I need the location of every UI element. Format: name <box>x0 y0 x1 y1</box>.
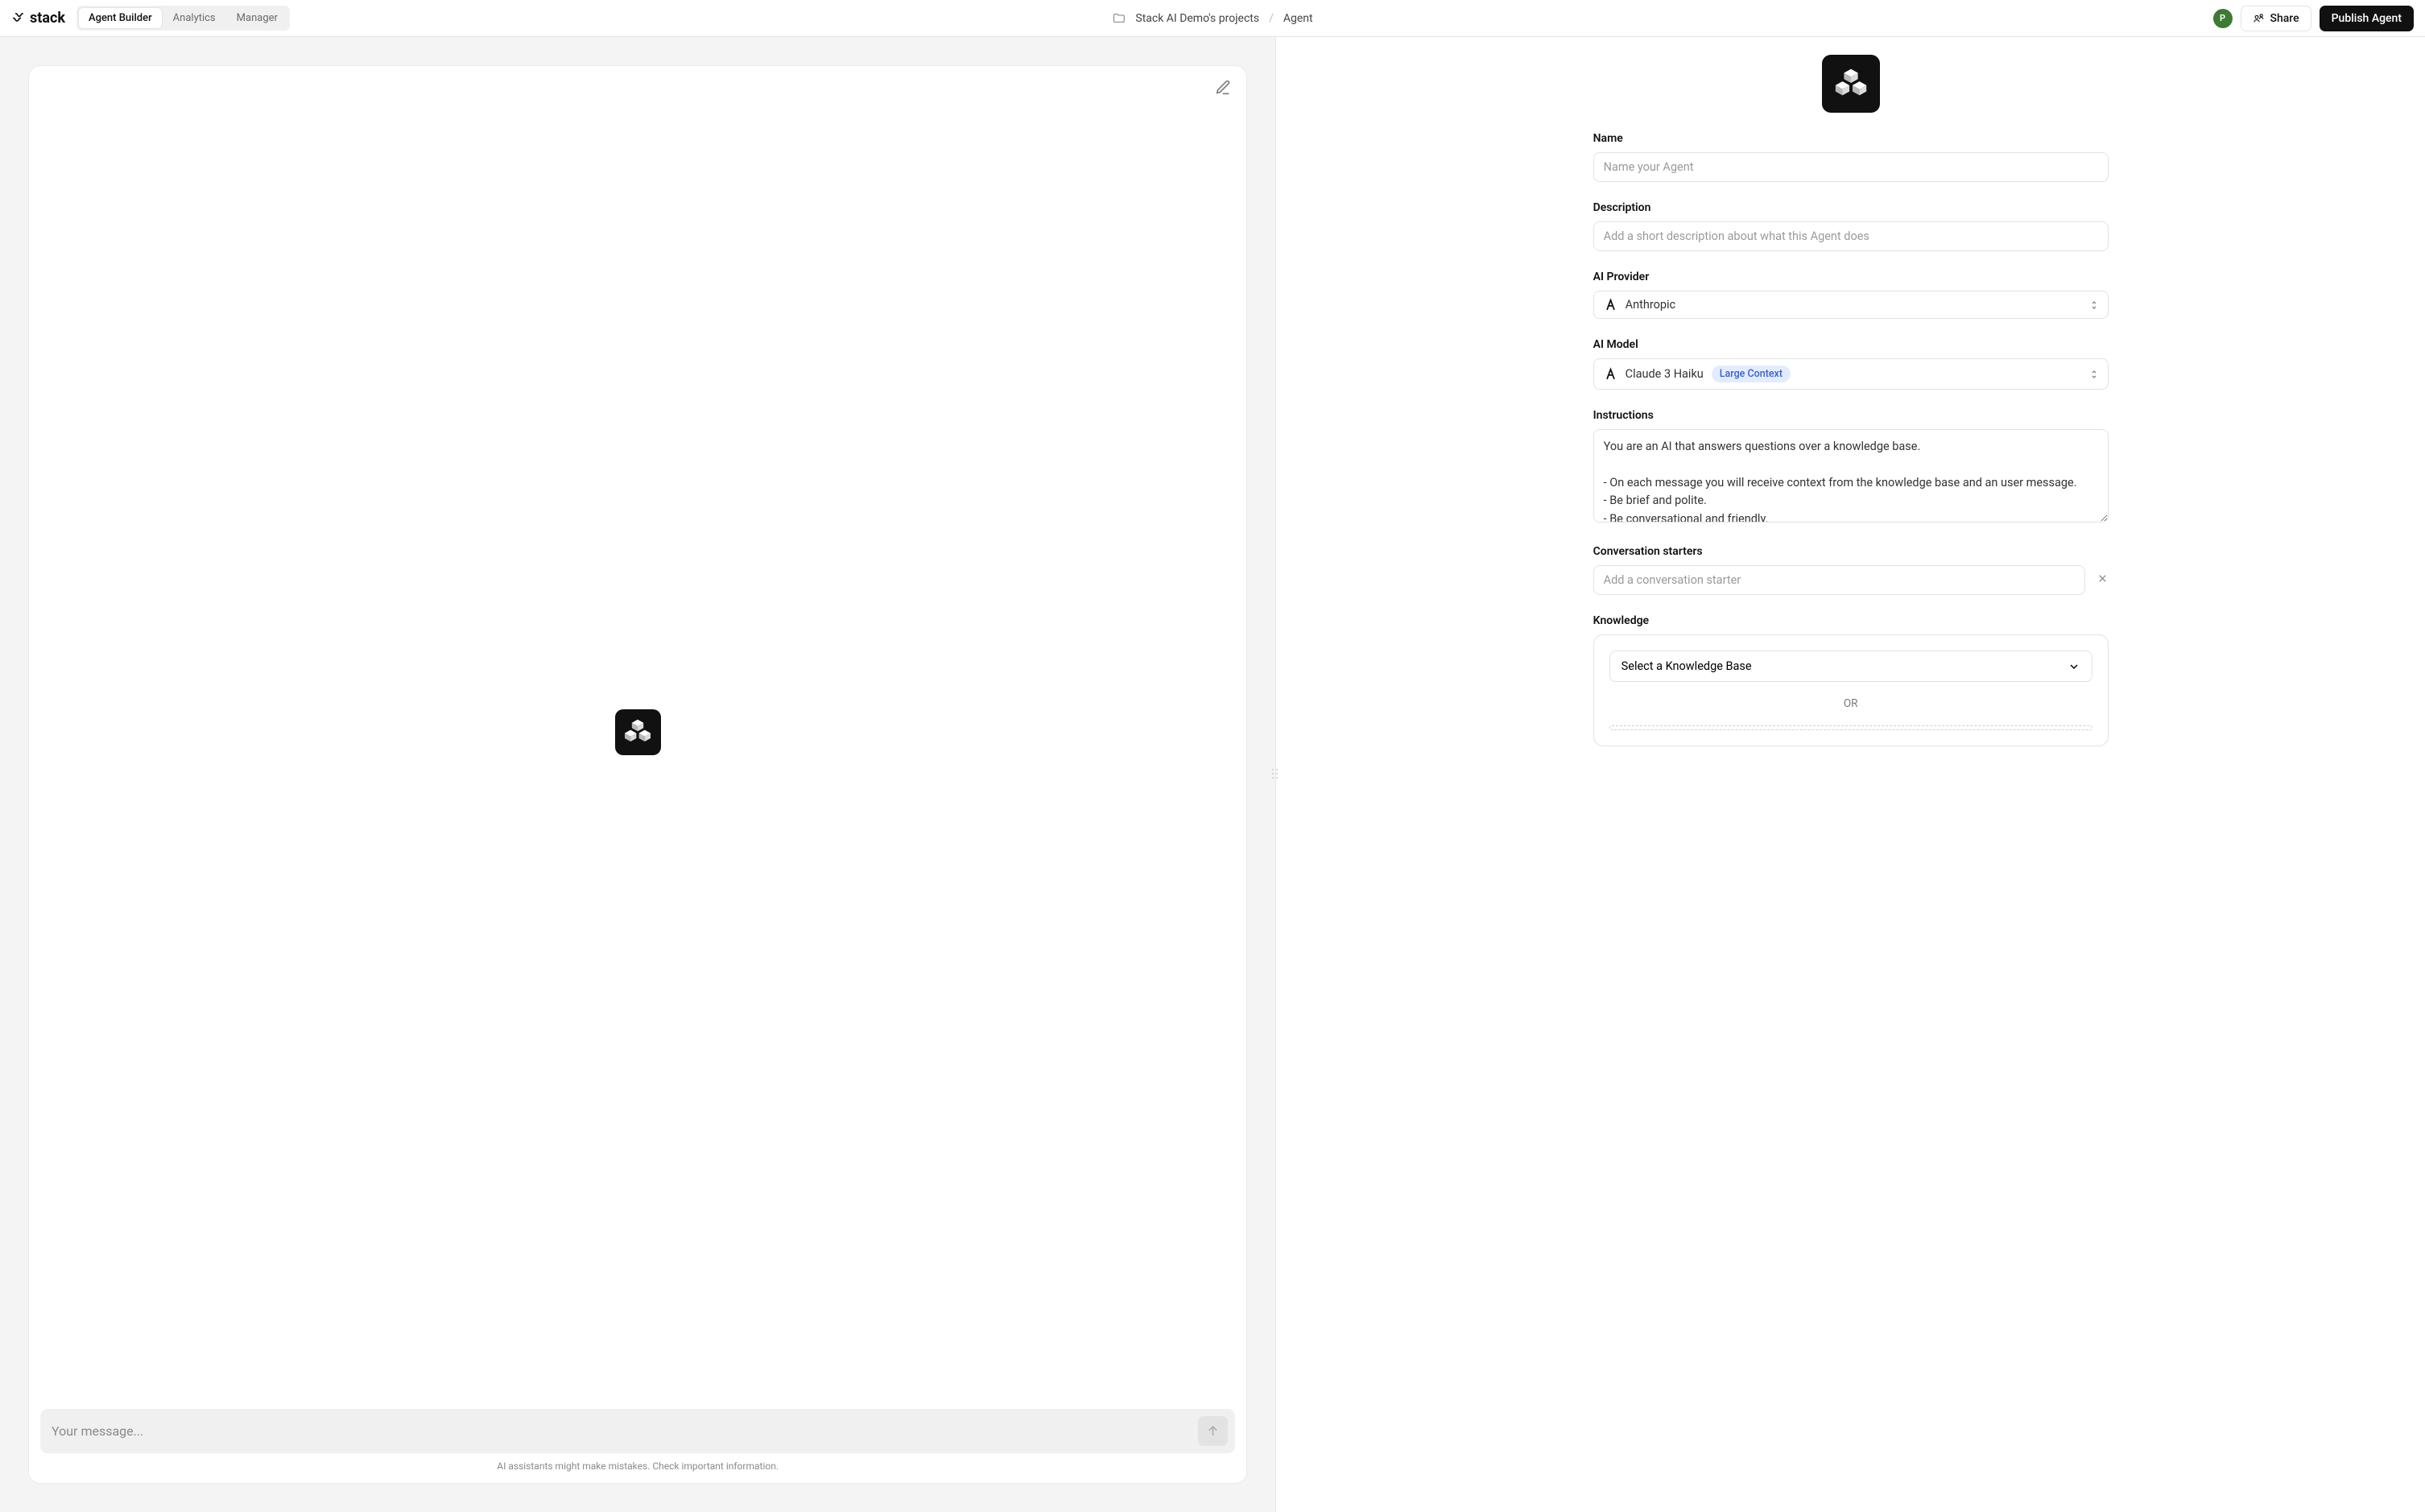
name-label: Name <box>1593 132 2109 145</box>
header-actions: P Share Publish Agent <box>2213 6 2415 31</box>
knowledge-base-select[interactable]: Select a Knowledge Base <box>1609 651 2092 682</box>
brand-logo[interactable]: stack <box>11 10 65 27</box>
starters-label: Conversation starters <box>1593 545 2109 558</box>
share-label: Share <box>2270 12 2299 25</box>
chevron-updown-icon <box>2090 370 2098 379</box>
starter-row <box>1593 565 2109 595</box>
edit-chat-button[interactable] <box>1214 79 1232 100</box>
send-button[interactable] <box>1198 1416 1228 1446</box>
brand-icon <box>11 11 25 25</box>
chevron-down-icon <box>2068 660 2080 673</box>
tab-agent-builder[interactable]: Agent Builder <box>79 8 162 28</box>
knowledge-label: Knowledge <box>1593 614 2109 627</box>
anthropic-icon <box>1604 298 1617 312</box>
kb-select-label: Select a Knowledge Base <box>1621 659 1752 673</box>
name-field-group: Name <box>1593 132 2109 182</box>
main-content: AI assistants might make mistakes. Check… <box>0 37 2425 1512</box>
model-field-group: AI Model Claude 3 Haiku Large Context <box>1593 338 2109 390</box>
chat-input-area: AI assistants might make mistakes. Check… <box>29 1398 1246 1483</box>
brand-text: stack <box>30 10 65 27</box>
arrow-up-icon <box>1205 1423 1221 1439</box>
app-header: stack Agent Builder Analytics Manager St… <box>0 0 2425 37</box>
description-label: Description <box>1593 201 2109 214</box>
chat-message-input[interactable] <box>52 1423 1192 1439</box>
share-icon <box>2253 12 2265 24</box>
breadcrumb: Stack AI Demo's projects / Agent <box>1112 11 1312 25</box>
stack-cubes-icon <box>1832 64 1870 103</box>
anthropic-icon <box>1604 367 1617 381</box>
breadcrumb-separator: / <box>1269 12 1274 25</box>
chat-card: AI assistants might make mistakes. Check… <box>29 66 1246 1483</box>
model-value: Claude 3 Haiku <box>1626 367 1704 381</box>
remove-starter-button[interactable] <box>2097 572 2109 588</box>
description-input[interactable] <box>1593 221 2109 251</box>
provider-label: AI Provider <box>1593 271 2109 283</box>
tab-manager[interactable]: Manager <box>227 8 287 28</box>
agent-logo[interactable] <box>1822 55 1880 113</box>
chat-disclaimer: AI assistants might make mistakes. Check… <box>40 1460 1235 1472</box>
close-icon <box>2097 572 2109 585</box>
starter-input[interactable] <box>1593 565 2085 595</box>
breadcrumb-project[interactable]: Stack AI Demo's projects <box>1135 12 1259 25</box>
config-panel: Name Description AI Provider Anthropic <box>1276 37 2425 1512</box>
knowledge-or-divider: OR <box>1609 697 2092 710</box>
instructions-textarea[interactable] <box>1593 429 2109 523</box>
provider-value: Anthropic <box>1626 298 1676 312</box>
knowledge-field-group: Knowledge Select a Knowledge Base OR <box>1593 614 2109 746</box>
name-input[interactable] <box>1593 152 2109 182</box>
agent-avatar-large <box>615 709 661 755</box>
chat-body <box>29 66 1246 1398</box>
starters-field-group: Conversation starters <box>1593 545 2109 595</box>
provider-select[interactable]: Anthropic <box>1593 291 2109 319</box>
knowledge-drop-zone[interactable] <box>1609 725 2092 730</box>
nav-tabs: Agent Builder Analytics Manager <box>76 6 290 31</box>
model-select[interactable]: Claude 3 Haiku Large Context <box>1593 358 2109 390</box>
tab-analytics[interactable]: Analytics <box>163 8 225 28</box>
breadcrumb-page[interactable]: Agent <box>1283 12 1313 25</box>
publish-label: Publish Agent <box>2332 12 2402 25</box>
chat-preview-panel: AI assistants might make mistakes. Check… <box>0 37 1275 1512</box>
publish-agent-button[interactable]: Publish Agent <box>2320 6 2414 31</box>
knowledge-card: Select a Knowledge Base OR <box>1593 634 2109 746</box>
description-field-group: Description <box>1593 201 2109 251</box>
provider-field-group: AI Provider Anthropic <box>1593 271 2109 319</box>
panel-divider[interactable] <box>1275 37 1276 1512</box>
avatar[interactable]: P <box>2213 9 2233 28</box>
stack-cubes-icon <box>622 716 654 748</box>
instructions-field-group: Instructions <box>1593 409 2109 526</box>
chat-input-container <box>40 1409 1235 1453</box>
share-button[interactable]: Share <box>2241 6 2311 31</box>
folder-icon <box>1112 11 1126 25</box>
model-label: AI Model <box>1593 338 2109 351</box>
edit-icon <box>1214 79 1232 97</box>
chevron-updown-icon <box>2090 300 2098 310</box>
instructions-label: Instructions <box>1593 409 2109 422</box>
grip-icon <box>1272 769 1279 780</box>
model-badge: Large Context <box>1712 366 1791 382</box>
